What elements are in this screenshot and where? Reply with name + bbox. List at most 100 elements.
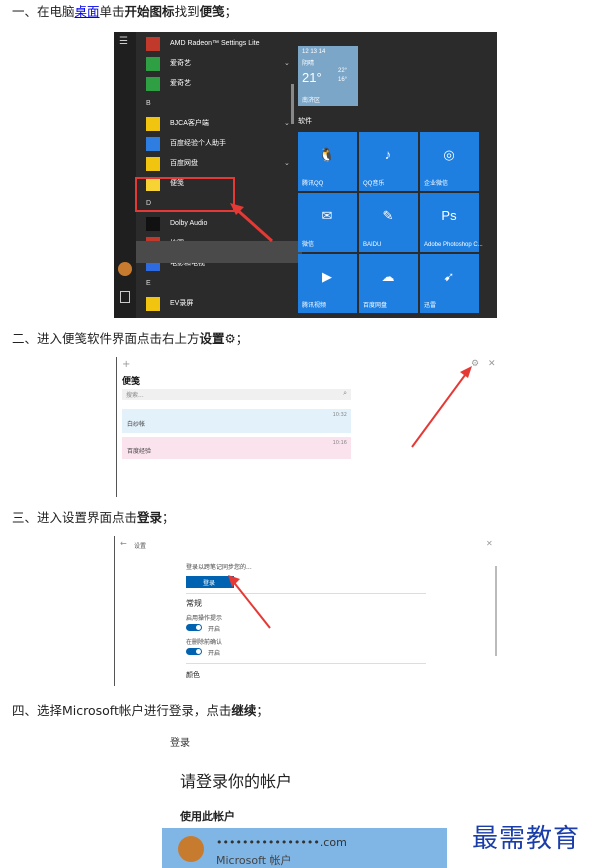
baidu-icon [146,137,160,151]
divider [186,593,426,594]
login-screenshot: 登录 请登录你的帐户 使用此帐户 ••••••••••••••••.com Mi… [160,728,460,868]
start-menu-screenshot: ☰ AMD Radeon™ Settings Lite 爱奇艺 ⌄ 爱奇艺 B BJCA客… [114,32,497,318]
dolby-icon [146,217,160,231]
use-account-label: 使用此帐户 [180,810,235,823]
login-heading: 请登录你的帐户 [180,772,293,791]
wecom-icon: ◎ [443,147,455,162]
settings-title: 设置 [134,543,147,550]
settings-screenshot: ← 设置 ✕ 登录以跨笔记同步您的... 登录 常规 启用操作提示 开启 在删除… [114,536,498,686]
photoshop-icon: Ps [441,208,457,223]
qq-music-icon: ♪ [384,147,392,162]
toggle2-state: 开启 [208,650,221,657]
search-input[interactable]: 搜索... ⌕ [122,389,351,400]
note-time: 10:32 [332,412,347,418]
window-edge [114,536,115,686]
tiles-group-header: 软件 [298,118,312,125]
note-card[interactable]: 百度经验 10:16 [122,437,351,459]
scrollbar[interactable] [291,84,294,124]
weather-condition: 阴晴 [302,61,315,67]
baidu-logo-icon: ✎ [382,208,394,223]
tile-label: 微信 [302,242,315,248]
app-item-label: BJCA客户端 [170,120,209,127]
user-avatar-icon[interactable] [118,262,132,276]
confirm-delete-toggle[interactable] [186,648,202,655]
weather-city: 南济区 [302,98,321,104]
window-edge [116,357,117,497]
note-text: 白纱帐 [127,421,146,428]
tile-label: QQ音乐 [363,181,385,187]
app-tile[interactable]: ◎ 企业微信 [420,132,479,191]
tips-toggle[interactable] [186,624,202,631]
app-item-label: EV录屏 [170,300,194,307]
note-text: 百度经验 [127,448,152,455]
folder-icon [146,117,160,131]
note-time: 10:16 [332,440,347,446]
app-item-label: 百度网盘 [170,160,198,167]
hamburger-icon[interactable]: ☰ [119,36,128,47]
folder-icon [146,157,160,171]
sync-description: 登录以跨笔记同步您的... [186,564,252,571]
app-tile[interactable]: ✉ 微信 [298,193,357,252]
note-card[interactable]: 白纱帐 10:32 [122,409,351,433]
tile-label: BAIDU [363,242,382,248]
app-tile[interactable]: 🐧 腾讯QQ [298,132,357,191]
step-1-text: 一、在电脑桌面单击开始图标找到便笺； [12,4,238,19]
weather-tile[interactable]: 12 13 14 阴晴 21° 22° 16° 南济区 [298,46,358,106]
weather-low: 16° [338,77,348,83]
start-rail: ☰ [114,32,136,318]
app-tile[interactable]: ▶ 腾讯视频 [298,254,357,313]
red-arrow-icon [228,575,271,629]
app-tile[interactable]: ✎ BAIDU [359,193,418,252]
color-heading: 颜色 [186,671,200,679]
sticky-notes-screenshot: + ⚙ ✕ 便笺 搜索... ⌕ 白纱帐 10:32 百度经验 10:16 [116,357,500,497]
app-item-label: 爱奇艺 [170,60,191,67]
close-icon[interactable]: ✕ [486,539,493,548]
app-tile[interactable]: ➹ 迅雷 [420,254,479,313]
tile-area: 12 13 14 阴晴 21° 22° 16° 南济区 软件 🐧 腾讯QQ ♪ QQ音… [298,32,497,318]
thunder-icon: ➹ [443,269,455,284]
toggle1-label: 启用操作提示 [186,615,223,622]
baidu-netdisk-icon: ☁ [381,269,395,284]
wechat-icon: ✉ [321,208,333,223]
toggle1-state: 开启 [208,626,221,633]
login-title: 登录 [170,738,190,749]
iqiyi-icon [146,77,160,91]
weather-high: 22° [338,68,348,74]
tile-label: 腾讯QQ [302,181,324,187]
tile-label: 企业微信 [424,181,449,187]
tencent-video-icon: ▶ [322,269,332,284]
account-option[interactable]: ••••••••••••••••.com Microsoft 帐户 [162,828,447,868]
qq-icon: 🐧 [318,147,336,162]
watermark: 最需教育 [472,824,581,854]
tile-label: 腾讯视频 [302,303,327,309]
app-tile[interactable]: ☁ 百度网盘 [359,254,418,313]
section-letter: B [146,100,151,107]
close-icon[interactable]: ✕ [488,359,496,369]
general-heading: 常规 [186,599,202,608]
account-type: Microsoft 帐户 [216,854,292,867]
toggle2-label: 在删除前确认 [186,639,223,646]
weather-temp: 21° [302,70,322,85]
tile-label: Adobe Photoshop C... [424,242,483,248]
desktop-link[interactable]: 桌面 [75,4,100,19]
section-letter: E [146,280,151,287]
add-note-icon[interactable]: + [122,359,130,370]
app-item-label: 爱奇艺 [170,80,191,87]
tile-label: 迅雷 [424,303,437,309]
red-arrow-icon [411,366,472,448]
search-icon[interactable]: ⌕ [343,389,347,398]
account-email: ••••••••••••••••.com [216,836,347,849]
folder-icon [146,57,160,71]
app-tile[interactable]: Ps Adobe Photoshop C... [420,193,483,252]
red-arrow-icon [230,203,274,243]
tile-label: 百度网盘 [363,303,388,309]
document-icon[interactable] [120,291,130,303]
app-list: AMD Radeon™ Settings Lite 爱奇艺 ⌄ 爱奇艺 B BJCA客户端… [136,32,302,318]
scrollbar[interactable] [495,566,497,656]
step-3-text: 三、进入设置界面点击登录； [12,510,175,525]
step-4-text: 四、选择Microsoft帐户进行登录，点击继续； [12,703,269,718]
app-tile[interactable]: ♪ QQ音乐 [359,132,418,191]
back-arrow-icon[interactable]: ← [120,539,127,548]
folder-icon [146,297,160,311]
search-placeholder: 搜索... [126,392,144,399]
